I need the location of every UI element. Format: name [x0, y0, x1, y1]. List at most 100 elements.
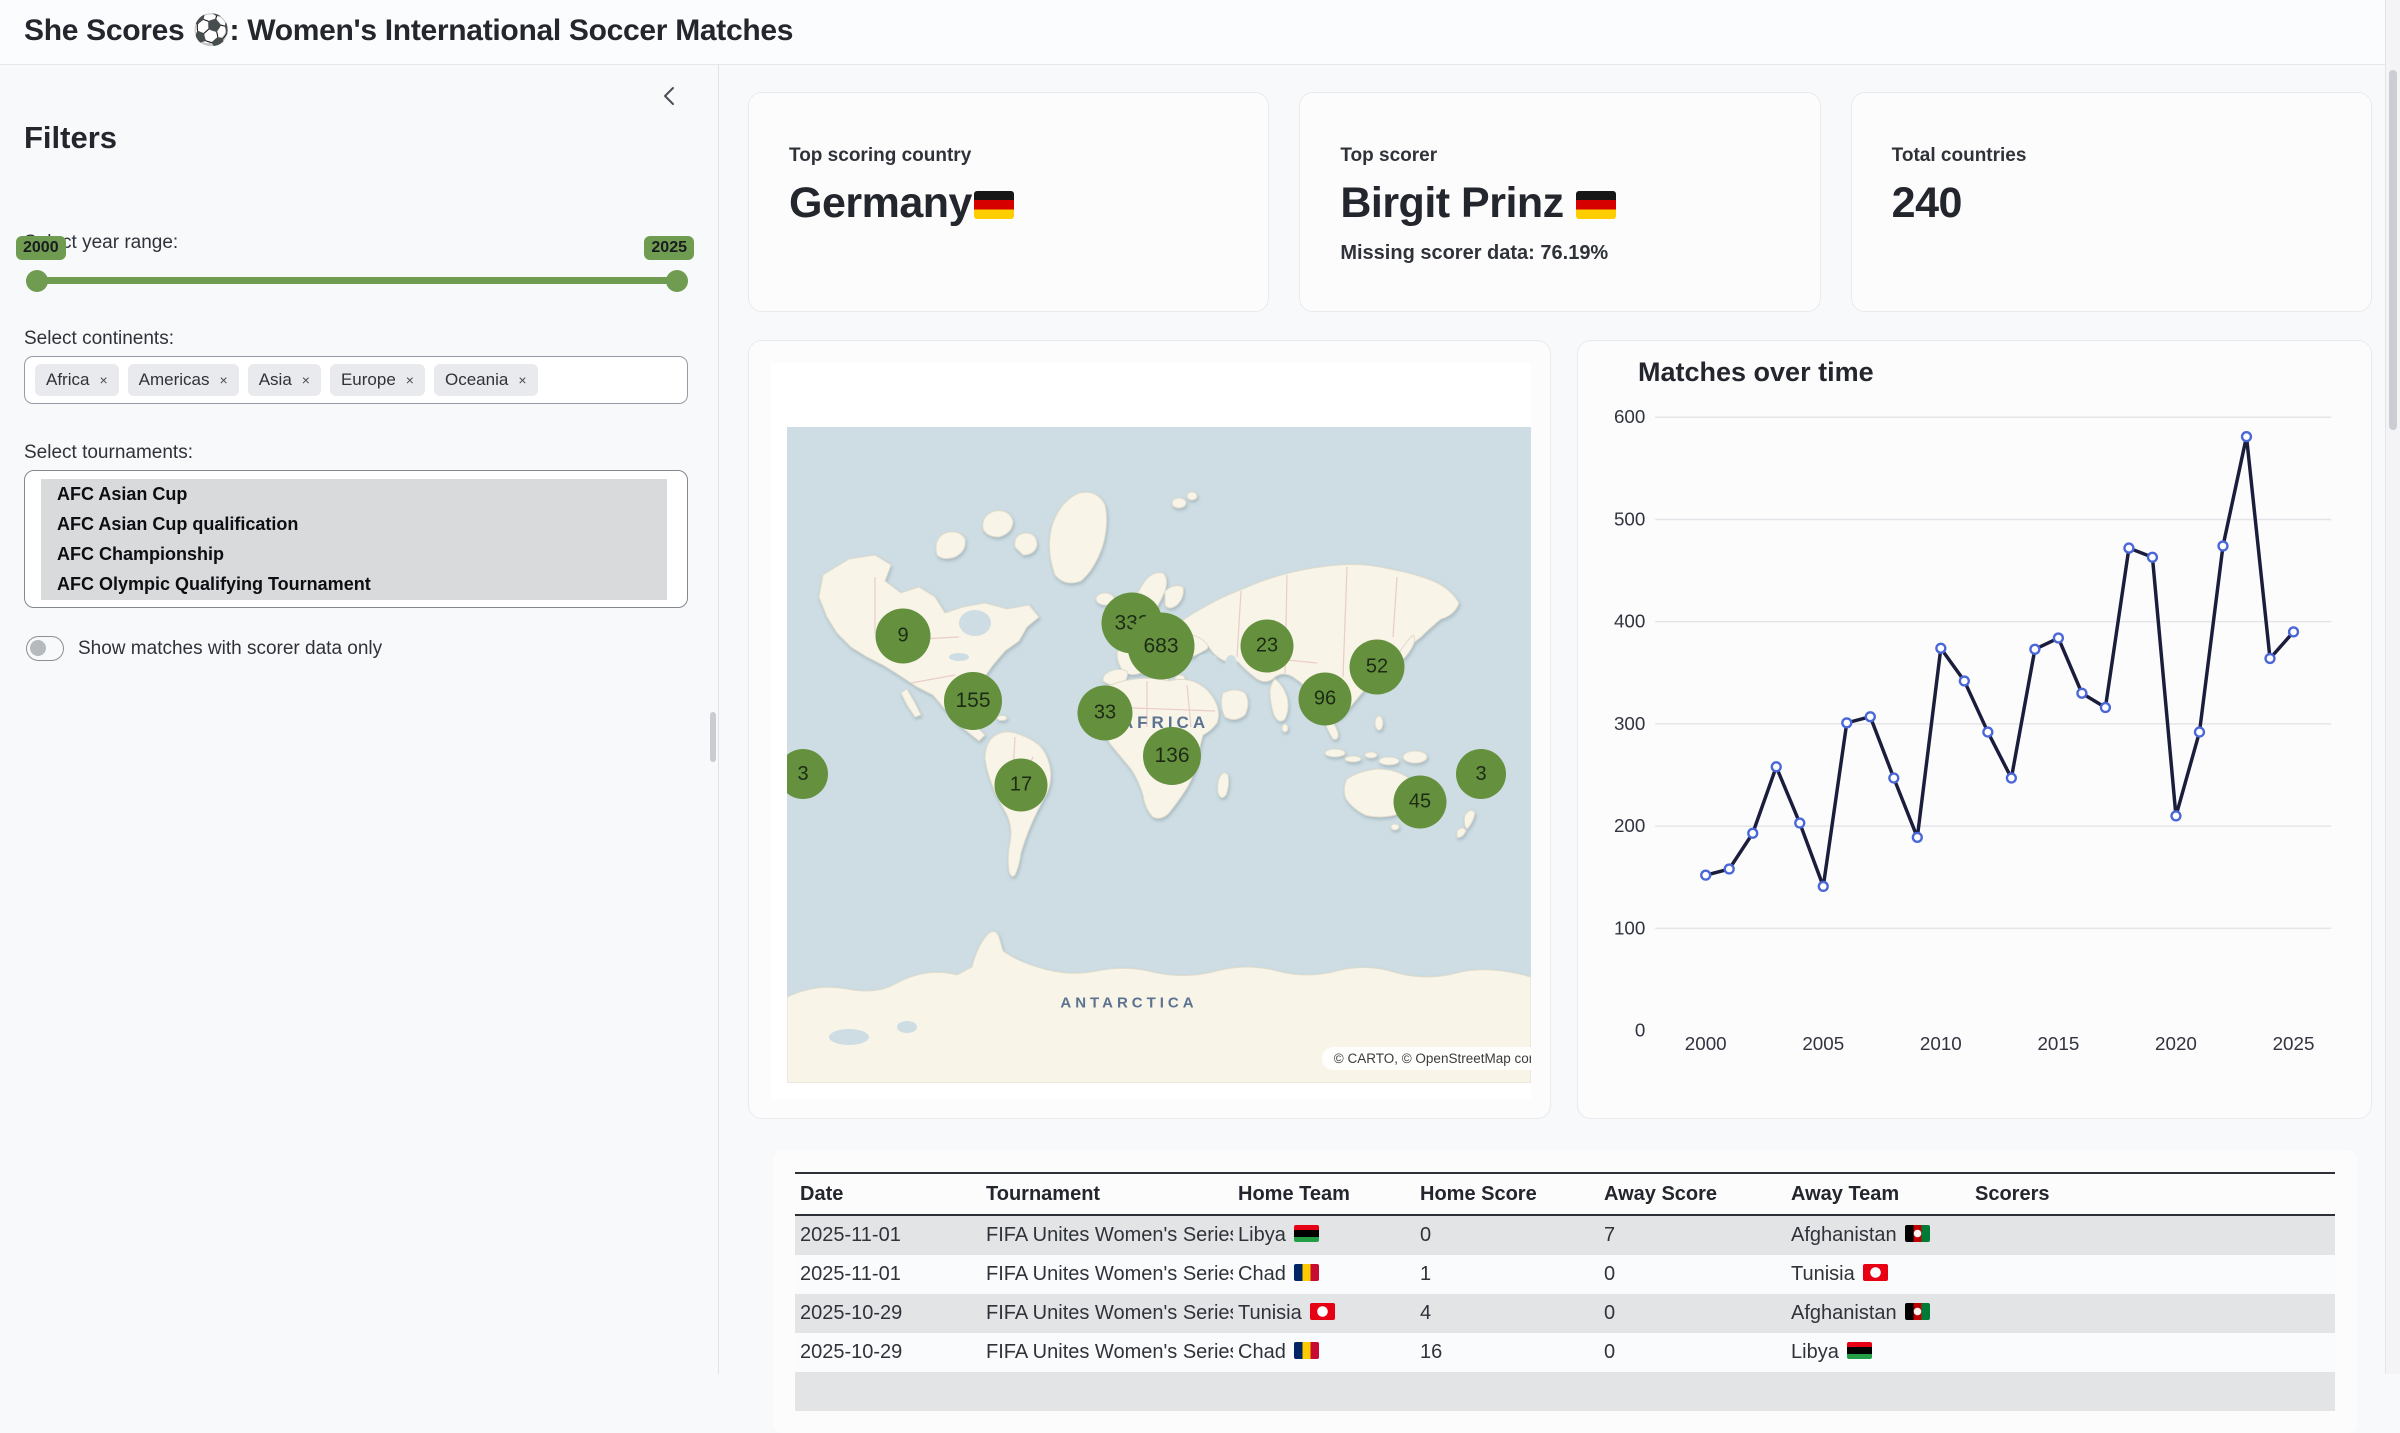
cell-home-team: Chad — [1233, 1255, 1415, 1294]
metric-label: Total countries — [1892, 145, 2331, 167]
flag-ly-icon — [1847, 1342, 1872, 1359]
remove-tag-icon[interactable]: × — [406, 372, 414, 388]
y-axis-tick-label: 600 — [1614, 406, 1645, 427]
column-header: Date — [795, 1173, 981, 1215]
map-cluster-marker[interactable]: 52 — [1350, 640, 1405, 695]
year-range-min-value: 2000 — [16, 236, 66, 260]
cell-empty — [1786, 1372, 1970, 1411]
flag-tn-icon — [1310, 1303, 1335, 1320]
viz-row: AFRICAANTARCTICA 91551733336833313623965… — [748, 340, 2372, 1119]
tournament-option[interactable]: AFC Asian Cup qualification — [41, 509, 667, 539]
data-point — [2266, 654, 2275, 663]
cell-scorers — [1970, 1333, 2335, 1372]
filters-heading: Filters — [24, 120, 117, 156]
page-scrollbar-thumb[interactable] — [2389, 70, 2397, 430]
data-point — [1819, 882, 1828, 891]
data-point — [1889, 774, 1898, 783]
metric-value: Germany — [789, 179, 1228, 228]
cell-scorers — [1970, 1215, 2335, 1255]
cell-away-score: 0 — [1599, 1294, 1786, 1333]
x-axis-tick-label: 2025 — [2273, 1033, 2315, 1054]
continent-tag: Africa× — [35, 364, 119, 396]
table-header-row: DateTournamentHome TeamHome ScoreAway Sc… — [795, 1173, 2335, 1215]
remove-tag-icon[interactable]: × — [220, 372, 228, 388]
data-point — [2242, 432, 2251, 441]
filters-sidebar: Filters Select year range: 2000 2025 Sel… — [0, 64, 719, 1374]
column-header: Home Team — [1233, 1173, 1415, 1215]
tournament-option[interactable]: AFC Olympic Qualifying Tournament — [41, 569, 667, 599]
data-point — [1748, 829, 1757, 838]
data-point — [1842, 718, 1851, 727]
tournaments-label: Select tournaments: — [24, 442, 193, 464]
flag-af-icon — [1905, 1303, 1930, 1320]
data-point — [2030, 645, 2039, 654]
cell-tournament: FIFA Unites Women's Series — [981, 1333, 1233, 1372]
table-row: 2025-11-01FIFA Unites Women's SeriesChad… — [795, 1255, 2335, 1294]
page-scrollbar[interactable] — [2385, 0, 2400, 1374]
scorer-data-toggle[interactable] — [26, 636, 64, 661]
map-cluster-marker[interactable]: 3 — [1456, 749, 1506, 799]
tournaments-listbox[interactable]: AFC Asian CupAFC Asian Cup qualification… — [24, 470, 688, 608]
continents-label: Select continents: — [24, 328, 174, 350]
map-cluster-marker[interactable]: 45 — [1394, 776, 1447, 829]
data-point — [1960, 677, 1969, 686]
remove-tag-icon[interactable]: × — [99, 372, 107, 388]
cell-tournament: FIFA Unites Women's Series — [981, 1294, 1233, 1333]
cell-date: 2025-11-01 — [795, 1255, 981, 1294]
data-point — [1913, 833, 1922, 842]
continents-multiselect[interactable]: Africa×Americas×Asia×Europe×Oceania× — [24, 356, 688, 404]
remove-tag-icon[interactable]: × — [302, 372, 310, 388]
scorer-toggle-row: Show matches with scorer data only — [26, 636, 382, 661]
data-point — [1725, 865, 1734, 874]
matches-over-time-chart[interactable]: 0100200300400500600200020052010201520202… — [1578, 341, 2371, 1112]
matches-table-panel: DateTournamentHome TeamHome ScoreAway Sc… — [773, 1150, 2357, 1433]
remove-tag-icon[interactable]: × — [518, 372, 526, 388]
map-cluster-marker[interactable]: 96 — [1299, 673, 1352, 726]
cell-empty — [981, 1372, 1233, 1411]
map-cluster-marker[interactable]: 23 — [1241, 620, 1294, 673]
data-point — [1936, 644, 1945, 653]
map-cluster-marker[interactable]: 136 — [1143, 727, 1201, 785]
germany-flag-icon — [1576, 191, 1616, 219]
app-header: She Scores ⚽: Women's International Socc… — [0, 0, 2400, 65]
map-cluster-marker[interactable]: 683 — [1128, 613, 1195, 680]
y-axis-tick-label: 300 — [1614, 713, 1645, 734]
data-point — [2219, 542, 2228, 551]
sidebar-scrollbar-thumb[interactable] — [710, 712, 716, 762]
continent-tag-label: Oceania — [445, 370, 508, 390]
sidebar-collapse-button[interactable] — [650, 76, 690, 116]
tournament-option[interactable]: AFC Asian Cup — [41, 479, 667, 509]
continent-tag-label: Europe — [341, 370, 396, 390]
map-cluster-marker[interactable]: 17 — [995, 759, 1048, 812]
table-row: 2025-11-01FIFA Unites Women's SeriesLiby… — [795, 1215, 2335, 1255]
tournament-option[interactable]: AFC Championship — [41, 539, 667, 569]
cell-tournament: FIFA Unites Women's Series — [981, 1215, 1233, 1255]
map-cluster-marker[interactable]: 9 — [876, 609, 931, 664]
y-axis-tick-label: 100 — [1614, 917, 1645, 938]
metric-card-top-scoring-country: Top scoring country Germany — [748, 92, 1269, 312]
cell-empty — [795, 1372, 981, 1411]
y-axis-tick-label: 400 — [1614, 611, 1645, 632]
metric-value: 240 — [1892, 179, 2331, 228]
data-point — [2148, 553, 2157, 562]
cell-away-score: 0 — [1599, 1333, 1786, 1372]
data-point — [1795, 819, 1804, 828]
continent-tag: Oceania × — [434, 364, 538, 396]
year-range-slider-handle-max[interactable] — [666, 270, 688, 292]
data-point — [2124, 544, 2133, 553]
world-map[interactable]: AFRICAANTARCTICA 91551733336833313623965… — [787, 427, 1531, 1083]
year-range-slider-track[interactable] — [26, 277, 678, 284]
map-cluster-marker[interactable]: 33 — [1078, 686, 1133, 741]
cell-empty — [1415, 1372, 1599, 1411]
flag-td-icon — [1294, 1342, 1319, 1359]
column-header: Scorers — [1970, 1173, 2335, 1215]
data-point — [2195, 728, 2204, 737]
column-header: Tournament — [981, 1173, 1233, 1215]
year-range-slider-handle-min[interactable] — [26, 270, 48, 292]
cell-empty — [1599, 1372, 1786, 1411]
metric-label: Top scorer — [1340, 145, 1779, 167]
cell-away-team: Afghanistan — [1786, 1215, 1970, 1255]
flag-tn-icon — [1863, 1264, 1888, 1281]
map-cluster-marker[interactable]: 155 — [944, 672, 1002, 730]
page-title: She Scores ⚽: Women's International Socc… — [24, 13, 793, 48]
